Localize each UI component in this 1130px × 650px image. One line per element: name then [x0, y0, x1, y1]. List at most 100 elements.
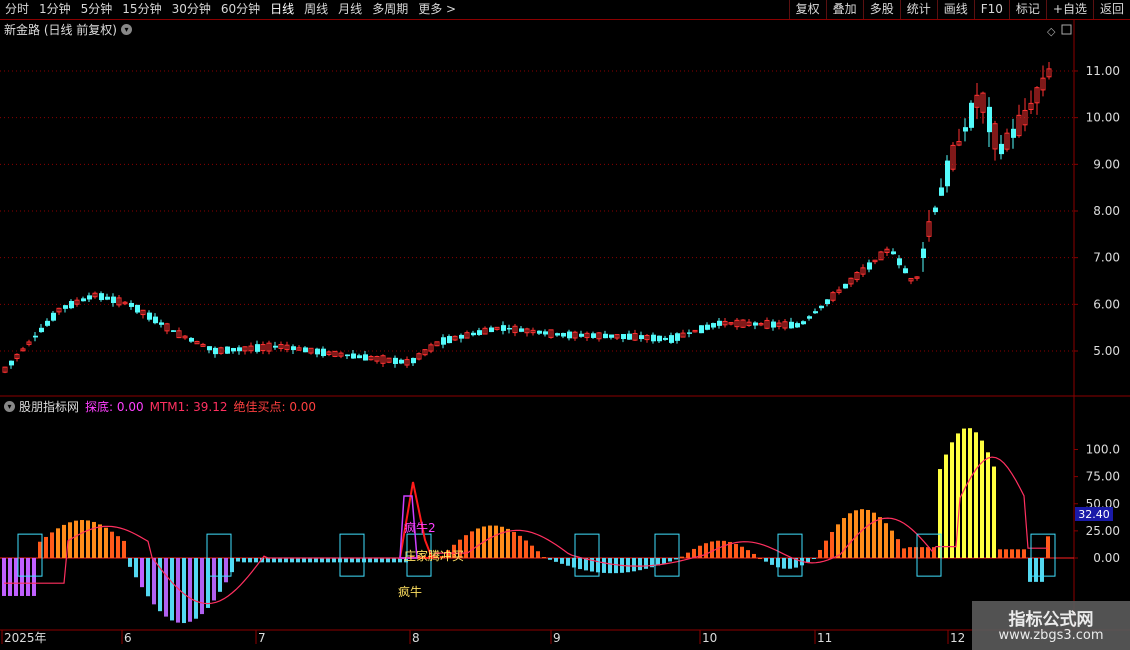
tool-button[interactable]: 画线 — [936, 0, 974, 19]
histogram-bar — [188, 558, 192, 622]
candle-down — [969, 102, 974, 128]
candle-down — [459, 334, 464, 339]
histogram-bar — [806, 558, 810, 563]
period-tab[interactable]: 更多 > — [413, 0, 461, 19]
histogram-bar — [302, 558, 306, 563]
candle-down — [471, 332, 476, 336]
histogram-bar — [344, 558, 348, 563]
histogram-bar — [368, 558, 372, 563]
candle-down — [81, 298, 86, 302]
candle-down — [33, 335, 38, 338]
histogram-bar — [998, 549, 1002, 558]
candle-down — [555, 333, 560, 336]
candle-down — [699, 325, 704, 334]
candle-down — [537, 330, 542, 334]
candle-down — [609, 334, 614, 338]
indicator-value: 探底: 0.00 — [85, 400, 144, 414]
candle-down — [105, 296, 110, 300]
histogram-bar — [266, 558, 270, 563]
histogram-bar — [254, 558, 258, 563]
histogram-bar — [14, 558, 18, 596]
tool-button[interactable]: 叠加 — [825, 0, 863, 19]
candle-down — [1011, 128, 1016, 138]
candle-down — [303, 347, 308, 353]
histogram-bar — [242, 558, 246, 563]
histogram-bar — [860, 509, 864, 558]
histogram-bar — [662, 558, 666, 564]
histogram-bar — [164, 558, 168, 617]
histogram-bar — [986, 452, 990, 558]
histogram-bar — [1016, 549, 1020, 558]
histogram-bar — [326, 558, 330, 563]
period-tab[interactable]: 30分钟 — [167, 0, 216, 19]
tool-button[interactable]: F10 — [973, 0, 1009, 19]
tool-buttons: 复权 叠加 多股 统计 画线 F10 标记 +自选 返回 — [788, 0, 1130, 19]
histogram-bar — [74, 520, 78, 558]
candle-down — [135, 304, 140, 313]
histogram-bar — [740, 546, 744, 558]
histogram-bar — [878, 517, 882, 558]
histogram-bar — [314, 558, 318, 563]
tool-button[interactable]: 返回 — [1092, 0, 1130, 19]
period-tab[interactable]: 多周期 — [367, 0, 413, 19]
histogram-bar — [26, 558, 30, 596]
histogram-bar — [38, 541, 42, 558]
time-tick-label: 12 — [950, 631, 965, 645]
histogram-bar — [80, 520, 84, 558]
period-tab[interactable]: 周线 — [299, 0, 333, 19]
current-value-label: 32.40 — [1078, 508, 1110, 521]
tool-button[interactable]: 标记 — [1008, 0, 1046, 19]
period-tab[interactable]: 15分钟 — [117, 0, 166, 19]
tool-button[interactable]: 多股 — [862, 0, 900, 19]
histogram-bar — [1004, 549, 1008, 558]
histogram-bar — [320, 558, 324, 563]
candle-down — [153, 316, 158, 324]
histogram-bar — [182, 558, 186, 624]
histogram-bar — [626, 558, 630, 573]
histogram-bar — [542, 557, 546, 559]
histogram-bar — [770, 558, 774, 565]
candle-down — [111, 296, 116, 304]
tool-button[interactable]: 统计 — [899, 0, 937, 19]
period-tab[interactable]: 5分钟 — [76, 0, 118, 19]
histogram-bar — [236, 558, 240, 562]
period-tab[interactable]: 月线 — [333, 0, 367, 19]
histogram-bar — [32, 558, 36, 596]
indicator-value: 绝佳买点: 0.00 — [233, 400, 317, 414]
period-tab[interactable]: 日线 — [265, 0, 299, 19]
histogram-bar — [830, 531, 834, 558]
indicator-name: 股朋指标网 — [19, 400, 80, 414]
candle-down — [987, 106, 992, 133]
candle-down — [87, 295, 92, 300]
histogram-bar — [872, 512, 876, 558]
histogram-bar — [950, 442, 954, 558]
period-tab[interactable]: 分时 — [0, 0, 34, 19]
tool-button[interactable]: +自选 — [1045, 0, 1093, 19]
period-tab[interactable]: 60分钟 — [216, 0, 265, 19]
time-tick-label: 9 — [553, 631, 561, 645]
candle-down — [561, 332, 566, 337]
histogram-bar — [134, 558, 138, 578]
candle-down — [819, 305, 824, 309]
histogram-bar — [968, 428, 972, 558]
histogram-bar — [668, 558, 672, 562]
histogram-bar — [992, 466, 996, 558]
histogram-bar — [272, 558, 276, 563]
candle-down — [771, 321, 776, 328]
histogram-bar — [548, 558, 552, 560]
watermark-url: www.zbgs3.com — [998, 628, 1104, 643]
candle-down — [603, 333, 608, 339]
histogram-bar — [602, 558, 606, 573]
histogram-bar — [836, 524, 840, 558]
histogram-bar — [746, 550, 750, 558]
chevron-down-icon[interactable]: ▾ — [121, 24, 132, 35]
candle-down — [567, 331, 572, 339]
candle-down — [213, 347, 218, 355]
tool-button[interactable]: 复权 — [788, 0, 826, 19]
candle-down — [657, 335, 662, 342]
period-tab[interactable]: 1分钟 — [34, 0, 76, 19]
chevron-down-icon[interactable]: ▾ — [4, 401, 15, 412]
histogram-bar — [560, 558, 564, 564]
histogram-bar — [1046, 536, 1050, 558]
kline-chart[interactable]: 11.00 10.00 9.00 8.00 7.00 6.00 5.00 ◇ 100.0 75.0… — [0, 20, 1130, 650]
